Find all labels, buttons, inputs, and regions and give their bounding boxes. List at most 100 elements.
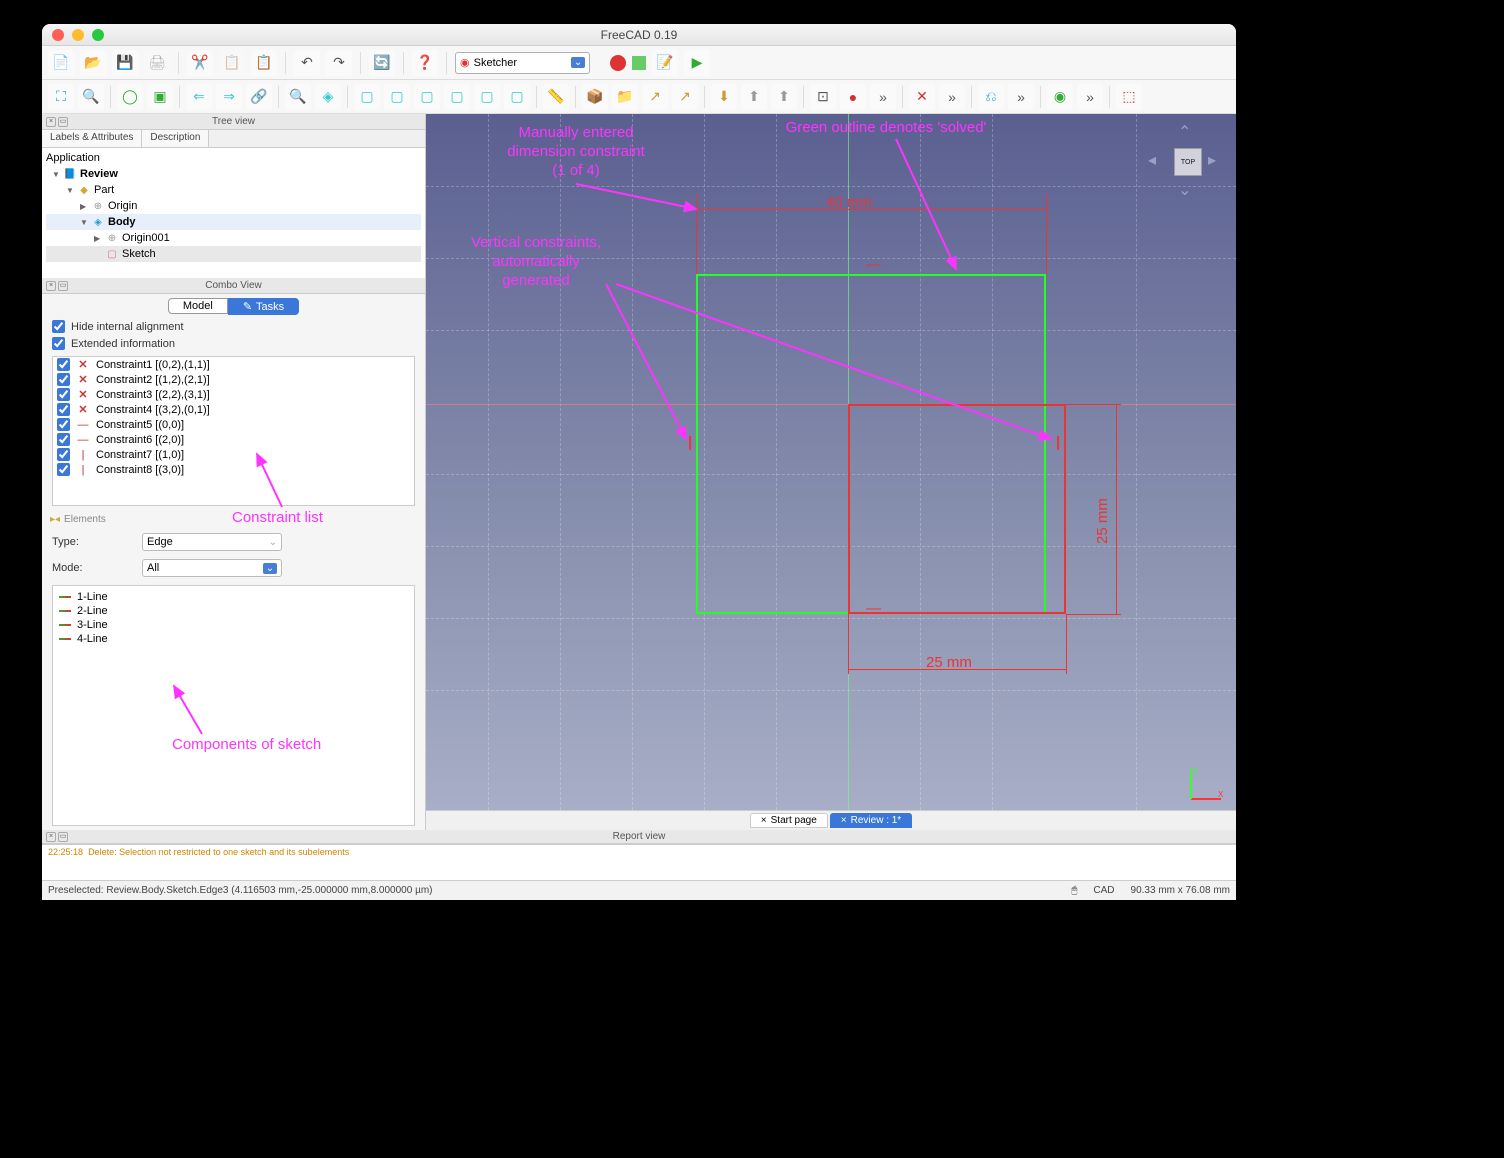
new-file-button[interactable]: 📄 bbox=[48, 50, 74, 76]
macro-stop-icon[interactable] bbox=[632, 56, 646, 70]
tab-review[interactable]: ×Review : 1* bbox=[830, 813, 912, 828]
iso-view-button[interactable]: ◈ bbox=[315, 84, 341, 110]
tree[interactable]: Application ▼📘Review ▼◆Part ▶⊕Origin ▼◈B… bbox=[42, 148, 425, 278]
top-view-button[interactable]: ▢ bbox=[384, 84, 410, 110]
hide-internal-checkbox[interactable] bbox=[52, 320, 65, 333]
tree-item-body[interactable]: ▼◈Body bbox=[46, 214, 421, 230]
workbench-selector[interactable]: ◉ Sketcher ⌄ bbox=[455, 52, 590, 74]
mode-select[interactable]: All⌄ bbox=[142, 559, 282, 577]
constraint-checkbox[interactable] bbox=[57, 373, 70, 386]
export-button[interactable]: ⬆ bbox=[741, 84, 767, 110]
constraint-checkbox[interactable] bbox=[57, 403, 70, 416]
constraint-checkbox[interactable] bbox=[57, 433, 70, 446]
fit-all-button[interactable]: ⛶ bbox=[48, 84, 74, 110]
group-button[interactable]: 📁 bbox=[612, 84, 638, 110]
panel-close-icon-3[interactable]: × bbox=[46, 832, 56, 842]
zoom-button[interactable]: 🔍 bbox=[285, 84, 311, 110]
paste-button[interactable]: 📋 bbox=[251, 50, 277, 76]
element-row[interactable]: 1-Line bbox=[57, 590, 410, 604]
tab-start-page[interactable]: ×Start page bbox=[750, 813, 828, 828]
export2-button[interactable]: ⬆ bbox=[771, 84, 797, 110]
print-button[interactable]: 🖨 bbox=[144, 50, 170, 76]
undo-button[interactable]: ↶ bbox=[294, 50, 320, 76]
element-row[interactable]: 4-Line bbox=[57, 632, 410, 646]
sketch-tool1-icon[interactable]: ⎌ bbox=[978, 84, 1004, 110]
measure-button[interactable]: 📏 bbox=[543, 84, 569, 110]
window-zoom-button[interactable] bbox=[92, 29, 104, 41]
nav-mode[interactable]: CAD bbox=[1093, 885, 1114, 896]
link-make-button[interactable]: ↗ bbox=[642, 84, 668, 110]
constraint-row[interactable]: —Constraint6 [(2,0)] bbox=[53, 432, 414, 447]
macro-record-icon[interactable] bbox=[610, 55, 626, 71]
panel-float-icon[interactable]: ▭ bbox=[58, 117, 68, 127]
bounding-box-button[interactable]: ▣ bbox=[147, 84, 173, 110]
fit-selection-button[interactable]: 🔍 bbox=[78, 84, 104, 110]
element-row[interactable]: 2-Line bbox=[57, 604, 410, 618]
more2-button[interactable]: » bbox=[939, 84, 965, 110]
tree-item-sketch[interactable]: ▢Sketch bbox=[46, 246, 421, 262]
window-minimize-button[interactable] bbox=[72, 29, 84, 41]
tree-root[interactable]: Application bbox=[46, 150, 421, 166]
constraint-row[interactable]: ✕Constraint3 [(2,2),(3,1)] bbox=[53, 387, 414, 402]
tree-item-part[interactable]: ▼◆Part bbox=[46, 182, 421, 198]
dim-40mm[interactable]: 40 mm bbox=[826, 194, 872, 211]
macro-edit-button[interactable]: 📝 bbox=[652, 50, 678, 76]
panel-float-icon-3[interactable]: ▭ bbox=[58, 832, 68, 842]
draw-style-button[interactable]: ◯ bbox=[117, 84, 143, 110]
constraint-checkbox[interactable] bbox=[57, 358, 70, 371]
copy-button[interactable]: 📋 bbox=[219, 50, 245, 76]
nav-mode-icon[interactable]: 🖱 bbox=[1071, 885, 1077, 896]
sketch-leave-button[interactable]: ⊡ bbox=[810, 84, 836, 110]
right-view-button[interactable]: ▢ bbox=[414, 84, 440, 110]
report-view[interactable]: 22:25:18 Delete: Selection not restricte… bbox=[42, 844, 1236, 880]
viewport[interactable]: 40 mm 25 mm 25 mm | | — — Manually enter… bbox=[426, 114, 1236, 830]
constraint-row[interactable]: ✕Constraint1 [(0,2),(1,1)] bbox=[53, 357, 414, 372]
tab-model[interactable]: Model bbox=[168, 298, 228, 314]
link-actions-button[interactable]: ↗ bbox=[672, 84, 698, 110]
constraint-row[interactable]: —Constraint5 [(0,0)] bbox=[53, 417, 414, 432]
navigation-cube[interactable]: ⌃ ⌄ ◂ ▸ TOP bbox=[1146, 124, 1226, 204]
extended-info-checkbox[interactable] bbox=[52, 337, 65, 350]
save-button[interactable]: 💾 bbox=[112, 50, 138, 76]
constraint-coincident-icon[interactable]: ✕ bbox=[909, 84, 935, 110]
constraint-checkbox[interactable] bbox=[57, 388, 70, 401]
elements-list[interactable]: 1-Line 2-Line 3-Line 4-Line bbox=[52, 585, 415, 826]
nav-fwd-button[interactable]: ⇒ bbox=[216, 84, 242, 110]
more1-button[interactable]: » bbox=[870, 84, 896, 110]
more4-button[interactable]: » bbox=[1077, 84, 1103, 110]
whats-this-button[interactable]: ❓ bbox=[412, 50, 438, 76]
constraint-row[interactable]: ✕Constraint4 [(3,2),(0,1)] bbox=[53, 402, 414, 417]
rear-view-button[interactable]: ▢ bbox=[444, 84, 470, 110]
import-button[interactable]: ⬇ bbox=[711, 84, 737, 110]
sketch-virtual-icon[interactable]: ⬚ bbox=[1116, 84, 1142, 110]
bottom-view-button[interactable]: ▢ bbox=[474, 84, 500, 110]
constraint-checkbox[interactable] bbox=[57, 418, 70, 431]
link-button[interactable]: 🔗 bbox=[246, 84, 272, 110]
tree-item-origin[interactable]: ▶⊕Origin bbox=[46, 198, 421, 214]
tree-item-review[interactable]: ▼📘Review bbox=[46, 166, 421, 182]
cut-button[interactable]: ✂️ bbox=[187, 50, 213, 76]
constraint-row[interactable]: |Constraint8 [(3,0)] bbox=[53, 462, 414, 477]
constraint-row[interactable]: |Constraint7 [(1,0)] bbox=[53, 447, 414, 462]
part-button[interactable]: 📦 bbox=[582, 84, 608, 110]
constraint-checkbox[interactable] bbox=[57, 448, 70, 461]
sketch-tool2-icon[interactable]: ◉ bbox=[1047, 84, 1073, 110]
panel-close-icon-2[interactable]: × bbox=[46, 281, 56, 291]
tab-tasks[interactable]: ✎Tasks bbox=[228, 298, 299, 315]
more3-button[interactable]: » bbox=[1008, 84, 1034, 110]
constraint-checkbox[interactable] bbox=[57, 463, 70, 476]
constraint-row[interactable]: ✕Constraint2 [(1,2),(2,1)] bbox=[53, 372, 414, 387]
sketch-stop-icon[interactable]: ● bbox=[840, 84, 866, 110]
panel-float-icon-2[interactable]: ▭ bbox=[58, 281, 68, 291]
dim-25mm-v[interactable]: 25 mm bbox=[1094, 498, 1111, 544]
macro-run-button[interactable]: ▶ bbox=[684, 50, 710, 76]
window-close-button[interactable] bbox=[52, 29, 64, 41]
panel-close-icon[interactable]: × bbox=[46, 117, 56, 127]
tab-description[interactable]: Description bbox=[142, 130, 209, 147]
open-file-button[interactable]: 📂 bbox=[80, 50, 106, 76]
nav-back-button[interactable]: ⇐ bbox=[186, 84, 212, 110]
tab-labels-attributes[interactable]: Labels & Attributes bbox=[42, 130, 142, 147]
type-select[interactable]: Edge⌄ bbox=[142, 533, 282, 551]
redo-button[interactable]: ↷ bbox=[326, 50, 352, 76]
front-view-button[interactable]: ▢ bbox=[354, 84, 380, 110]
